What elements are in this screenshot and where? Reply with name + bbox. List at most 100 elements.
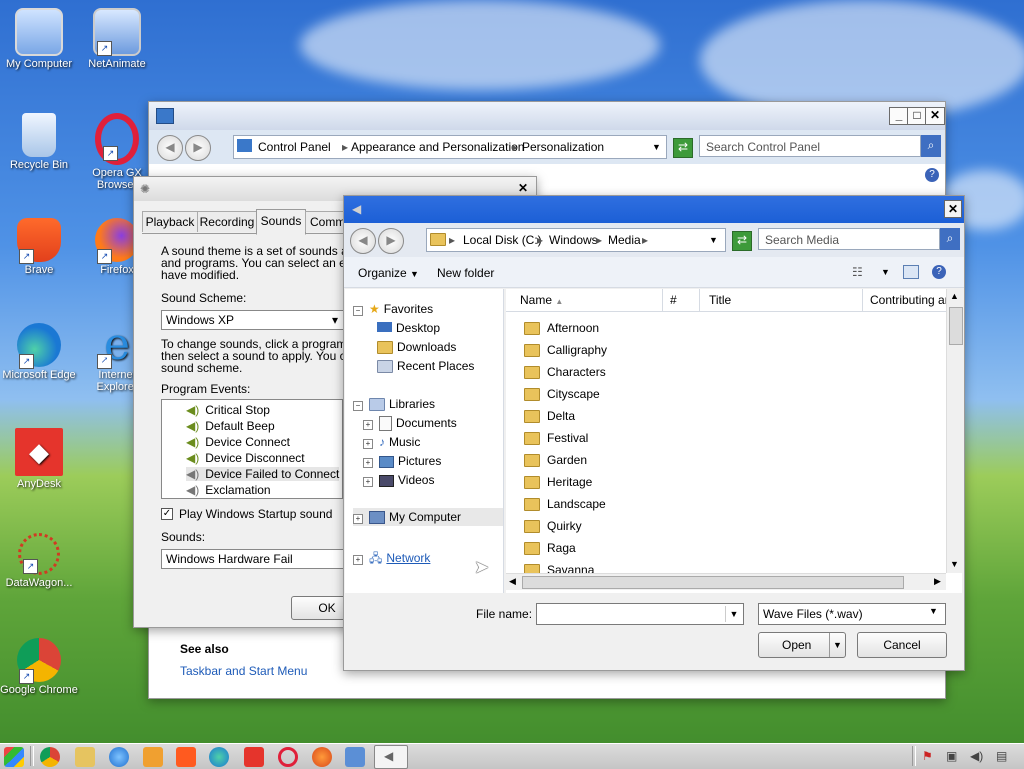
action-center-icon[interactable]: ⚑ [922, 749, 933, 763]
column-title[interactable]: Title [701, 289, 863, 311]
sounds-select[interactable]: Windows Hardware Fail [161, 549, 347, 569]
address-bar[interactable]: Control Panel ▸ Appearance and Personali… [233, 135, 667, 159]
startup-sound-checkbox[interactable]: ✓ [161, 508, 173, 520]
tree-my-computer[interactable]: + My Computer [353, 508, 503, 526]
tree-favorites[interactable]: − ★ Favorites [353, 302, 433, 316]
desktop-icon-datawagon[interactable]: ↗ DataWagon... [0, 533, 78, 589]
list-item[interactable]: Savanna [524, 563, 594, 573]
search-input[interactable]: Search Control Panel [699, 135, 921, 157]
breadcrumb-media[interactable]: Media [608, 233, 641, 247]
column-number[interactable]: # [664, 289, 700, 311]
preview-pane-icon[interactable] [903, 265, 919, 279]
breadcrumb-control-panel[interactable]: Control Panel [258, 140, 331, 154]
list-item[interactable]: Delta [524, 409, 575, 424]
search-icon[interactable]: ⌕ [940, 228, 960, 250]
ie-icon[interactable] [109, 747, 129, 767]
list-item[interactable]: Cityscape [524, 387, 600, 402]
control-panel-icon[interactable] [345, 747, 365, 767]
tree-pictures[interactable]: + Pictures [363, 454, 441, 468]
scroll-down-icon[interactable]: ▼ [950, 559, 959, 569]
list-item[interactable]: Garden [524, 453, 587, 468]
event-device-failed[interactable]: ◀) Device Failed to Connect [186, 467, 340, 481]
list-item[interactable]: Raga [524, 541, 576, 556]
breadcrumb-windows[interactable]: Windows [549, 233, 598, 247]
tree-recent-places[interactable]: Recent Places [377, 359, 474, 374]
list-item[interactable]: Afternoon [524, 321, 599, 336]
tree-desktop[interactable]: Desktop [377, 321, 440, 335]
tree-videos[interactable]: + Videos [363, 473, 434, 487]
desktop-icon-anydesk[interactable]: ◆ AnyDesk [0, 428, 78, 490]
desktop-icon-edge[interactable]: ↗ Microsoft Edge [0, 323, 78, 381]
list-item[interactable]: Festival [524, 431, 588, 446]
sound-taskbar-button[interactable]: ◀ [374, 745, 408, 769]
desktop-icon-my-computer[interactable]: My Computer [0, 8, 78, 70]
opera-icon[interactable] [278, 747, 298, 767]
chrome-icon[interactable] [40, 747, 60, 767]
list-item[interactable]: Calligraphy [524, 343, 607, 358]
open-dialog-close-button[interactable]: ✕ [944, 200, 962, 218]
desktop-icon-recycle-bin[interactable]: Recycle Bin [0, 113, 78, 171]
maximize-button[interactable]: □ [907, 107, 927, 125]
open-button[interactable]: Open ▼ [758, 632, 846, 658]
desktop-icon-brave[interactable]: ↗ Brave [0, 218, 78, 276]
explorer-icon[interactable] [75, 747, 95, 767]
media-icon[interactable] [143, 747, 163, 767]
tree-libraries[interactable]: − Libraries [353, 397, 435, 412]
vertical-scrollbar[interactable]: ▲ ▼ [946, 289, 963, 573]
help-icon[interactable]: ? [925, 168, 939, 182]
edge-icon[interactable] [209, 747, 229, 767]
refresh-icon[interactable]: ⇄ [732, 231, 752, 251]
help-icon[interactable]: ? [932, 265, 946, 279]
breadcrumb-appearance[interactable]: Appearance and Personalization [351, 140, 524, 154]
firefox-icon[interactable] [312, 747, 332, 767]
network-tray-icon[interactable]: ▤ [996, 749, 1007, 763]
desktop-icon-netanimate[interactable]: ↗ NetAnimate [78, 8, 156, 70]
chevron-down-icon[interactable]: ▼ [725, 606, 742, 622]
tab-playback[interactable]: Playback [142, 211, 198, 232]
tab-recording[interactable]: Recording [197, 211, 257, 232]
tree-network[interactable]: + 🖧 Network [353, 549, 430, 570]
chevron-down-icon[interactable]: ▼ [881, 267, 890, 277]
volume-icon[interactable]: ◀) [970, 749, 983, 763]
tree-documents[interactable]: + Documents [363, 416, 457, 432]
organize-button[interactable]: Organize ▼ [358, 266, 419, 280]
view-options-icon[interactable]: ☷ [852, 265, 863, 279]
brave-icon[interactable] [176, 747, 196, 767]
scroll-right-icon[interactable]: ▶ [934, 576, 941, 587]
event-exclamation[interactable]: ◀) Exclamation [186, 483, 271, 497]
anydesk-icon[interactable] [244, 747, 264, 767]
new-folder-button[interactable]: New folder [437, 266, 494, 280]
desktop-icon-chrome[interactable]: ↗ Google Chrome [0, 638, 78, 696]
cancel-button[interactable]: Cancel [857, 632, 947, 658]
list-item[interactable]: Heritage [524, 475, 592, 490]
scroll-thumb[interactable] [522, 576, 904, 589]
tab-sounds[interactable]: Sounds [256, 209, 306, 235]
scroll-thumb[interactable] [949, 307, 963, 345]
event-device-connect[interactable]: ◀) Device Connect [186, 435, 290, 449]
list-item[interactable]: Landscape [524, 497, 606, 512]
column-name[interactable]: Name ▲ [506, 289, 663, 311]
chevron-down-icon[interactable]: ▼ [652, 142, 661, 152]
open-dialog-titlebar[interactable]: ◀ ✕ [344, 196, 964, 223]
file-type-select[interactable]: Wave Files (*.wav) ▼ [758, 603, 946, 625]
chevron-down-icon[interactable]: ▼ [709, 235, 718, 245]
breadcrumb-local-disk[interactable]: Local Disk (C:) [463, 233, 542, 247]
forward-button[interactable]: ▶ [378, 228, 404, 254]
refresh-icon[interactable]: ⇄ [673, 138, 693, 158]
program-events-list[interactable]: ◀) Critical Stop ◀) Default Beep ◀) Device … [161, 399, 343, 499]
sound-scheme-select[interactable]: Windows XP ▾ [161, 310, 357, 330]
search-input[interactable]: Search Media [758, 228, 940, 250]
file-name-input[interactable]: ▼ [536, 603, 744, 625]
event-default-beep[interactable]: ◀) Default Beep [186, 419, 275, 433]
open-options-dropdown[interactable]: ▼ [829, 633, 845, 657]
tree-downloads[interactable]: Downloads [377, 340, 456, 355]
back-button[interactable]: ◀ [350, 228, 376, 254]
list-item[interactable]: Quirky [524, 519, 582, 534]
column-contributing-artists[interactable]: Contributing art [864, 289, 946, 311]
device-icon[interactable]: ▣ [946, 749, 957, 763]
minimize-button[interactable]: _ [889, 107, 909, 125]
scroll-left-icon[interactable]: ◀ [509, 576, 516, 587]
sound-close-button[interactable]: ✕ [516, 181, 530, 195]
address-bar[interactable]: ▸ Local Disk (C:) ▸ Windows ▸ Media ▸ ▼ [426, 228, 726, 252]
scroll-up-icon[interactable]: ▲ [950, 291, 959, 301]
